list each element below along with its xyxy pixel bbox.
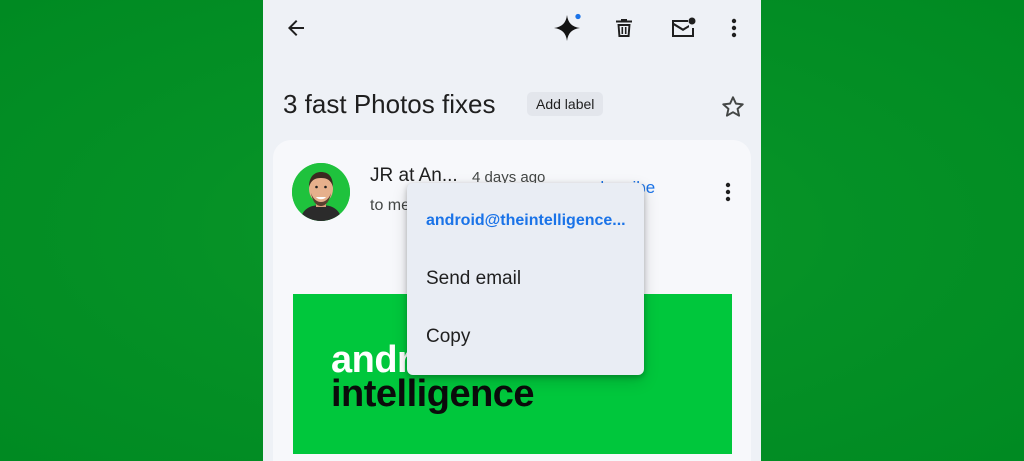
menu-item-copy[interactable]: Copy <box>407 309 644 365</box>
more-vertical-icon <box>722 16 746 40</box>
menu-item-sender-email[interactable]: android@theintelligence... <box>407 193 644 249</box>
gemini-button[interactable] <box>549 10 585 46</box>
subject-row: 3 fast Photos fixes Add label <box>283 86 743 122</box>
top-toolbar <box>263 0 761 60</box>
sender-popup-menu: android@theintelligence... Send email Co… <box>407 183 644 375</box>
more-options-button[interactable] <box>716 10 752 46</box>
email-subject: 3 fast Photos fixes <box>283 89 496 119</box>
back-button[interactable] <box>278 10 314 46</box>
delete-button[interactable] <box>606 10 642 46</box>
add-label-button[interactable]: Add label <box>527 92 604 116</box>
message-more-button[interactable] <box>710 174 746 210</box>
recipient-details[interactable]: to me <box>370 197 410 215</box>
mail-unread-icon <box>669 16 697 40</box>
star-button[interactable] <box>715 89 751 125</box>
sparkle-icon <box>551 12 583 44</box>
mark-unread-button[interactable] <box>665 10 701 46</box>
avatar[interactable] <box>292 163 350 221</box>
menu-item-send-email[interactable]: Send email <box>407 251 644 307</box>
arrow-back-icon <box>284 16 308 40</box>
banner-logo-line2: intelligence <box>331 373 535 415</box>
more-vertical-icon <box>716 180 740 204</box>
star-outline-icon <box>720 94 746 120</box>
trash-icon <box>612 16 636 40</box>
